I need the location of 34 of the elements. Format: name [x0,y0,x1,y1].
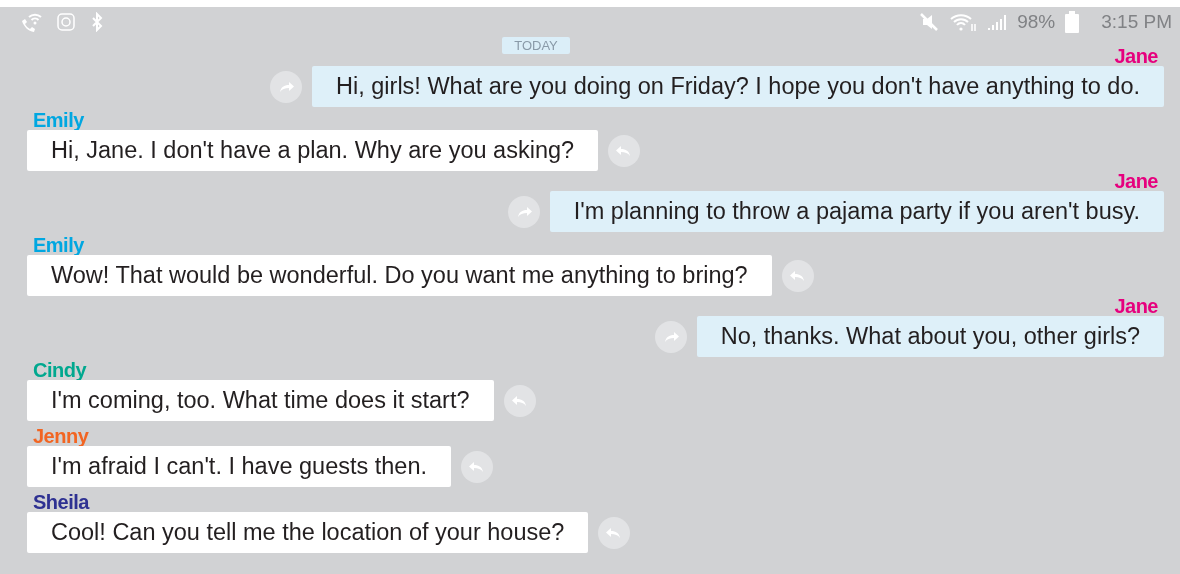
message-bubble: Hi, Jane. I don't have a plan. Why are you asking? [27,130,599,171]
message-bubble: No, thanks. What about you, other girls? [696,316,1164,357]
forward-icon[interactable] [270,70,303,103]
wifi-icon [949,12,978,32]
battery-icon [1065,11,1080,33]
sender-name: Sheila [33,492,89,512]
message-bubble: I'm afraid I can't. I have guests then. [27,446,452,487]
reply-icon[interactable] [461,450,494,483]
wifi-calling-icon [20,12,42,32]
sender-name: Jane [1114,171,1158,191]
forward-icon[interactable] [654,320,687,353]
forward-icon[interactable] [507,195,540,228]
message-bubble: Wow! That would be wonderful. Do you want me anything to bring? [27,255,772,296]
sender-name: Emily [33,235,84,255]
message-bubble: Hi, girls! What are you doing on Friday? I hope you don't have anything to do. [312,66,1164,107]
battery-percentage: 98% [1017,11,1056,33]
message-bubble: I'm planning to throw a pajama party if you aren't busy. [549,191,1164,232]
sender-name: Jenny [33,426,89,446]
sender-name: Emily [33,110,84,130]
reply-icon[interactable] [781,259,814,292]
sender-name: Jane [1114,46,1158,66]
bluetooth-icon [90,12,104,32]
message-bubble: I'm coming, too. What time does it start? [27,380,494,421]
message-bubble: Cool! Can you tell me the location of your house? [27,512,589,553]
camera-icon [56,12,76,32]
reply-icon[interactable] [598,516,631,549]
clock-time: 3:15 PM [1101,11,1172,33]
reply-icon[interactable] [608,134,641,167]
reply-icon[interactable] [503,384,536,417]
signal-icon [987,12,1008,32]
date-label: TODAY [502,37,570,54]
mute-icon [919,12,940,32]
sender-name: Jane [1114,296,1158,316]
sender-name: Cindy [33,360,87,380]
